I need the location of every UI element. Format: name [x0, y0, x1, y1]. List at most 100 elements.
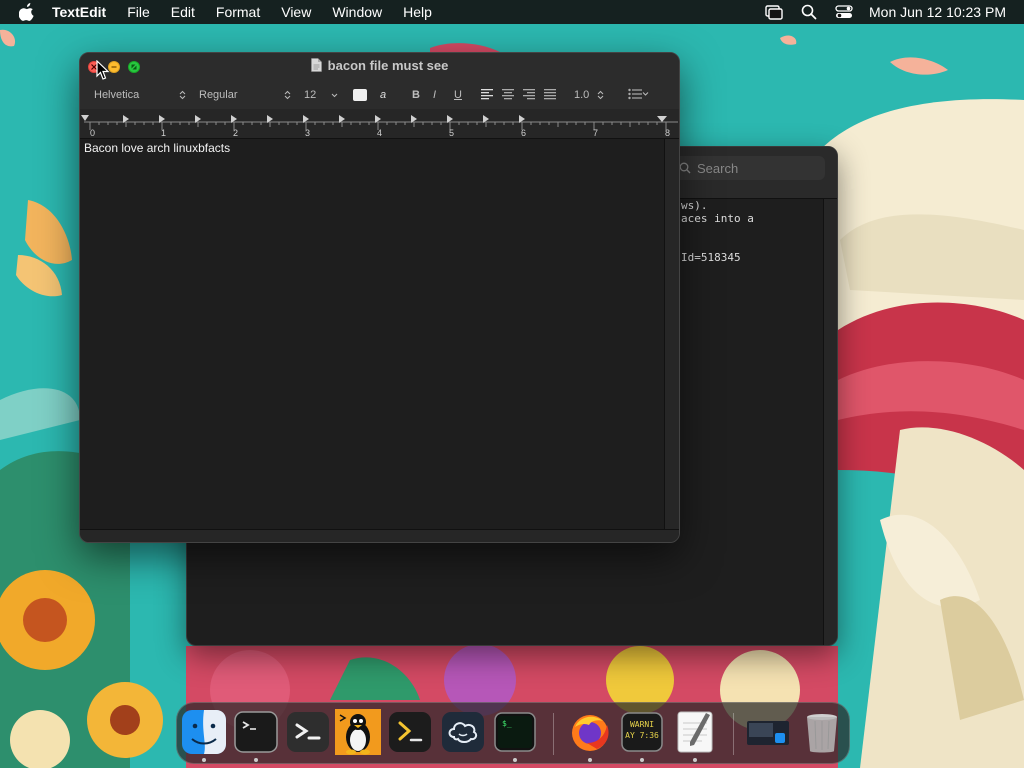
status-area: Mon Jun 12 10:23 PM — [748, 0, 1006, 24]
dock-terminal[interactable] — [233, 709, 279, 755]
search-icon — [679, 162, 691, 174]
terminal-search-field[interactable]: Search — [671, 156, 825, 180]
ruler-scale: 0 1 2 3 4 5 6 7 8 — [81, 115, 678, 138]
prompt-icon — [389, 712, 431, 752]
dock-iterm[interactable]: $_ — [492, 709, 538, 755]
font-style-popup[interactable]: Regular — [199, 86, 291, 104]
updown-chevron-icon — [597, 90, 604, 100]
terminal-scrollbar[interactable] — [823, 199, 837, 645]
ruler-label: 3 — [305, 128, 310, 138]
document-area[interactable]: Bacon love arch linuxbfacts — [80, 139, 666, 529]
menu-window[interactable]: Window — [332, 4, 382, 20]
menu-file[interactable]: File — [127, 4, 150, 20]
dock-console[interactable]: WARNI AY 7:36 — [619, 709, 665, 755]
window-title-text: bacon file must see — [327, 58, 449, 73]
terminal-icon — [234, 711, 278, 753]
title-bar[interactable]: bacon file must see — [80, 53, 679, 81]
window-title: bacon file must see — [80, 58, 679, 73]
dock-powershell[interactable] — [285, 709, 331, 755]
dock-firefox[interactable] — [567, 709, 613, 755]
ruler-label: 8 — [665, 128, 670, 138]
ruler-label: 1 — [161, 128, 166, 138]
menu-help[interactable]: Help — [403, 4, 432, 20]
horizontal-scrollbar[interactable] — [80, 529, 679, 542]
terminal-line: ws). — [681, 199, 708, 212]
menu-edit[interactable]: Edit — [171, 4, 195, 20]
running-indicator — [588, 758, 592, 762]
vertical-scrollbar[interactable] — [664, 139, 679, 529]
font-style-value: Regular — [199, 89, 238, 101]
align-center-icon[interactable] — [502, 88, 514, 100]
highlight-color-button[interactable]: a — [380, 86, 394, 104]
ruler-label: 0 — [90, 128, 95, 138]
running-indicator — [254, 758, 258, 762]
align-justify-icon[interactable] — [544, 88, 556, 100]
menu-bar: TextEdit File Edit Format View Window He… — [0, 0, 1024, 24]
updown-chevron-icon — [284, 90, 291, 100]
chatgpt-icon — [442, 712, 484, 752]
apple-menu-icon[interactable] — [19, 3, 35, 21]
control-center-icon[interactable] — [835, 4, 853, 20]
font-size-value: 12 — [304, 89, 317, 101]
dock-trash[interactable] — [799, 709, 845, 755]
dock-linux[interactable] — [335, 709, 381, 755]
document-text[interactable]: Bacon love arch linuxbfacts — [84, 141, 230, 155]
text-color-well[interactable] — [353, 89, 367, 101]
line-spacing-popup[interactable]: 1.0 — [574, 86, 604, 104]
textedit-window[interactable]: bacon file must see Helvetica Regular 12… — [79, 52, 680, 543]
terminal-line: aces into a — [681, 212, 754, 225]
italic-button[interactable]: I — [433, 86, 436, 104]
right-margin-marker[interactable] — [657, 116, 667, 122]
ruler-label: 6 — [521, 128, 526, 138]
chevron-down-icon — [331, 93, 338, 98]
search-icon[interactable] — [800, 4, 818, 20]
ruler-label: 2 — [233, 128, 238, 138]
desktop-preview-icon — [747, 721, 789, 745]
powershell-icon — [287, 712, 329, 752]
running-indicator — [513, 758, 517, 762]
chevron-down-icon[interactable] — [642, 90, 649, 98]
terminal-search-placeholder: Search — [697, 160, 739, 176]
terminal-line: Id=518345 — [681, 251, 741, 264]
terminal-output: ws). aces into a Id=518345 — [681, 199, 754, 264]
menu-app-name[interactable]: TextEdit — [52, 4, 106, 20]
dock: $_ WARNI AY 7:36 — [176, 702, 850, 764]
dock-prompt[interactable] — [387, 709, 433, 755]
menu-clock[interactable]: Mon Jun 12 10:23 PM — [869, 4, 1006, 20]
left-indent-marker[interactable] — [81, 115, 89, 121]
line-spacing-value: 1.0 — [574, 89, 590, 101]
align-left-icon[interactable] — [481, 88, 493, 100]
running-indicator — [693, 758, 697, 762]
font-family-popup[interactable]: Helvetica — [94, 86, 186, 104]
dock-desktop-preview[interactable] — [745, 709, 791, 755]
finder-icon — [182, 710, 226, 754]
dock-finder[interactable] — [181, 709, 227, 755]
dock-chat-app[interactable] — [440, 709, 486, 755]
console-time-line: AY 7:36 — [625, 731, 659, 740]
ruler-label: 4 — [377, 128, 382, 138]
screen-mirroring-icon[interactable] — [765, 4, 783, 20]
font-size-combo[interactable]: 12 — [304, 86, 338, 104]
menu-view[interactable]: View — [281, 4, 311, 20]
running-indicator — [640, 758, 644, 762]
firefox-icon — [572, 715, 609, 751]
ruler[interactable]: 0 1 2 3 4 5 6 7 8 — [80, 109, 679, 139]
format-bar: Helvetica Regular 12 a B I U 1.0 — [80, 81, 679, 109]
iterm-icon: $_ — [494, 712, 536, 752]
bold-button[interactable]: B — [412, 86, 420, 104]
dock-textedit[interactable] — [672, 709, 718, 755]
menu-format[interactable]: Format — [216, 4, 260, 20]
svg-text:$_: $_ — [502, 719, 512, 728]
font-family-value: Helvetica — [94, 89, 140, 101]
console-warning-line: WARNI — [629, 720, 655, 729]
dock-separator — [553, 713, 554, 755]
align-right-icon[interactable] — [523, 88, 535, 100]
dock-separator — [733, 713, 734, 755]
linux-tux-icon — [335, 709, 381, 755]
textedit-icon — [677, 711, 713, 753]
ruler-label: 5 — [449, 128, 454, 138]
running-indicator — [202, 758, 206, 762]
underline-button[interactable]: U — [454, 86, 462, 104]
